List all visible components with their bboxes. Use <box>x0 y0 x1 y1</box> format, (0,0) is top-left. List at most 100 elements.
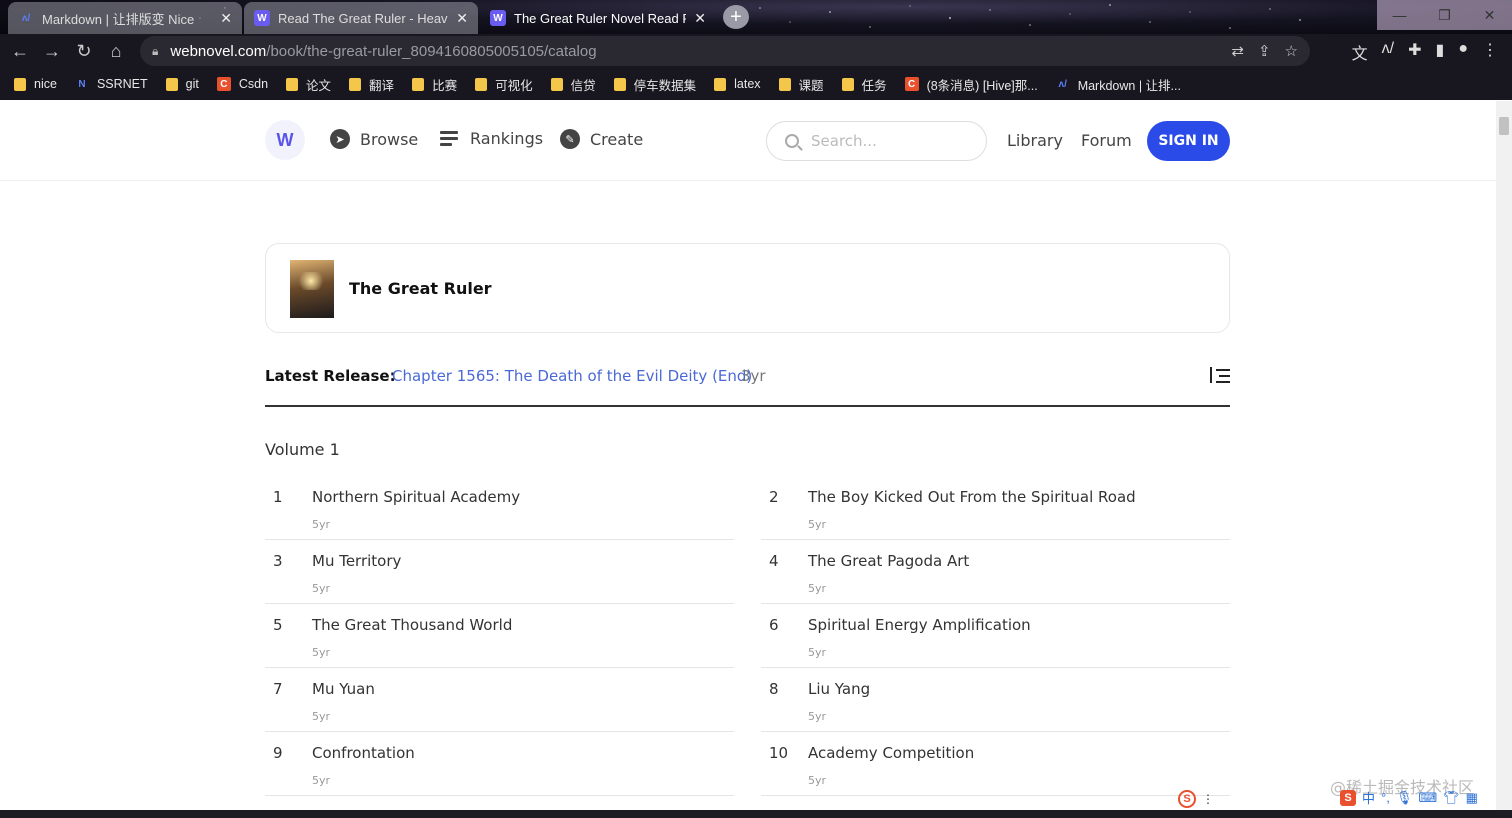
webnovel-logo-icon[interactable]: W <box>265 120 305 160</box>
folder-icon <box>165 77 178 91</box>
tab-great-ruler-catalog[interactable]: W The Great Ruler Novel Read F ✕ <box>480 2 716 34</box>
chapter-item[interactable]: 10 Academy Competition 5yr <box>761 732 1230 796</box>
ime-toolbar[interactable]: S 中 °, 🎙︎ ⌨ 👕︎ ▦ <box>1340 788 1478 807</box>
keyboard-icon[interactable]: ⌨ <box>1418 790 1437 806</box>
nav-rankings[interactable]: Rankings <box>440 129 543 148</box>
tab-markdown-nice[interactable]: ʌ/ Markdown | 让排版变 Nice ✕ <box>8 2 242 34</box>
bookmark-star-icon[interactable]: ☆ <box>1285 42 1298 60</box>
sogou-float-widget[interactable]: S ⋮ <box>1178 790 1214 808</box>
csdn-icon: C <box>216 77 231 91</box>
menu-kebab-icon[interactable]: ⋮ <box>1482 40 1498 64</box>
csdn-icon: C <box>904 77 919 91</box>
address-bar[interactable]: 🔒︎ webnovel.com/book/the-great-ruler_809… <box>140 36 1310 66</box>
folder-icon <box>613 77 626 91</box>
bookmark-latex[interactable]: latex <box>714 77 761 91</box>
site-header: W ➤ Browse Rankings ✎ Create Library For… <box>0 101 1496 181</box>
bookmark-hive-csdn[interactable]: C (8条消息) [Hive]那... <box>904 75 1038 94</box>
skin-icon[interactable]: 👕︎ <box>1443 790 1460 806</box>
bookmark-nice[interactable]: nice <box>14 77 57 91</box>
ssrnet-icon: N <box>78 78 86 90</box>
bookmark-lunwen[interactable]: 论文 <box>286 75 331 94</box>
folder-icon <box>412 77 425 91</box>
bookmark-ssrnet[interactable]: N SSRNET <box>75 77 147 91</box>
bookmark-keti[interactable]: 课题 <box>778 75 824 94</box>
reload-icon[interactable]: ↻ <box>68 35 100 67</box>
forward-arrow-icon[interactable]: → <box>36 35 68 67</box>
extensions-puzzle-icon[interactable]: ✚ <box>1408 40 1421 64</box>
search-input[interactable] <box>811 132 971 150</box>
tab-read-great-ruler[interactable]: W Read The Great Ruler - Heaven ✕ <box>244 2 478 34</box>
bookmark-renwu[interactable]: 任务 <box>841 75 887 94</box>
search-icon <box>785 134 799 148</box>
bookmark-xindai[interactable]: 信贷 <box>550 75 596 94</box>
chapter-item[interactable]: 3 Mu Territory 5yr <box>265 540 734 604</box>
compass-icon: ➤ <box>330 129 350 149</box>
home-icon[interactable]: ⌂ <box>100 35 132 67</box>
bookmark-markdown-nice[interactable]: ʌ/Markdown | 让排... <box>1056 75 1181 94</box>
chapter-item[interactable]: 6 Spiritual Energy Amplification 5yr <box>761 604 1230 668</box>
webnovel-catalog-page: W ➤ Browse Rankings ✎ Create Library For… <box>0 101 1496 818</box>
bookmark-bisai[interactable]: 比赛 <box>412 75 457 94</box>
rankings-icon <box>440 131 458 146</box>
sort-order-icon[interactable] <box>1208 367 1230 385</box>
book-cover-image[interactable] <box>290 260 334 318</box>
forum-link[interactable]: Forum <box>1081 131 1132 150</box>
folder-icon <box>550 77 563 91</box>
latest-chapter-link[interactable]: Chapter 1565: The Death of the Evil Deit… <box>392 367 752 385</box>
translate-icon[interactable]: ⇄ <box>1231 42 1244 60</box>
chapter-item[interactable]: 8 Liu Yang 5yr <box>761 668 1230 732</box>
chapter-item[interactable]: 4 The Great Pagoda Art 5yr <box>761 540 1230 604</box>
bookmark-csdn[interactable]: C Csdn <box>216 77 268 91</box>
close-tab-icon[interactable]: ✕ <box>456 10 468 27</box>
bookmark-parking-dataset[interactable]: 停车数据集 <box>613 75 696 94</box>
bookmark-keshihua[interactable]: 可视化 <box>475 75 533 94</box>
minimize-icon[interactable]: — <box>1377 0 1422 30</box>
pen-icon: ✎ <box>560 129 580 149</box>
folder-icon <box>475 77 488 91</box>
latest-release-bar: Latest Release: Chapter 1565: The Death … <box>265 367 1230 407</box>
share-icon[interactable]: ⇪ <box>1258 42 1271 60</box>
chapter-item[interactable]: 5 The Great Thousand World 5yr <box>265 604 734 668</box>
book-title[interactable]: The Great Ruler <box>349 279 492 298</box>
markdown-nice-favicon-icon: ʌ/ <box>21 12 31 24</box>
url-path: /book/the-great-ruler_8094160805005105/c… <box>266 42 597 60</box>
close-window-icon[interactable]: ✕ <box>1467 0 1512 30</box>
page-scrollbar[interactable] <box>1496 101 1512 818</box>
scrollbar-thumb[interactable] <box>1499 117 1509 135</box>
close-tab-icon[interactable]: ✕ <box>694 10 706 27</box>
search-box[interactable] <box>766 121 987 161</box>
chapter-item[interactable]: 1 Northern Spiritual Academy 5yr <box>265 476 734 540</box>
sogou-icon: S <box>1178 790 1196 808</box>
toolbox-icon[interactable]: ▦ <box>1466 790 1478 806</box>
google-translate-extension-icon[interactable]: 文 <box>1352 40 1368 64</box>
ime-mode-label[interactable]: 中 <box>1362 788 1375 807</box>
nav-browse[interactable]: ➤ Browse <box>330 129 418 149</box>
side-panel-icon[interactable]: ▮ <box>1436 40 1445 64</box>
back-arrow-icon[interactable]: ← <box>4 35 36 67</box>
folder-icon <box>841 77 854 91</box>
restore-icon[interactable]: ❐ <box>1422 0 1467 30</box>
sign-in-button[interactable]: SIGN IN <box>1147 121 1230 161</box>
folder-icon <box>714 77 727 91</box>
library-link[interactable]: Library <box>1007 131 1063 150</box>
url-host: webnovel.com <box>170 42 267 60</box>
punctuation-icon[interactable]: °, <box>1381 790 1390 805</box>
bookmark-fanyi[interactable]: 翻译 <box>349 75 394 94</box>
close-tab-icon[interactable]: ✕ <box>220 10 232 27</box>
chapter-item[interactable]: 7 Mu Yuan 5yr <box>265 668 734 732</box>
folder-icon <box>349 77 362 91</box>
chapter-item[interactable]: 9 Confrontation 5yr <box>265 732 734 796</box>
latest-release-label: Latest Release: <box>265 367 396 385</box>
folder-icon <box>286 77 299 91</box>
browser-tab-bar: ʌ/ Markdown | 让排版变 Nice ✕ W Read The Gre… <box>0 0 1512 34</box>
book-card[interactable]: The Great Ruler <box>265 243 1230 333</box>
webnovel-favicon-icon: W <box>490 10 506 26</box>
chapter-item[interactable]: 2 The Boy Kicked Out From the Spiritual … <box>761 476 1230 540</box>
profile-avatar-icon[interactable]: ● <box>1458 40 1468 64</box>
microphone-icon[interactable]: 🎙︎ <box>1396 790 1413 806</box>
markdown-nice-extension-icon[interactable]: ʌ/ <box>1382 40 1394 64</box>
webnovel-favicon-icon: W <box>254 10 270 26</box>
nav-create[interactable]: ✎ Create <box>560 129 643 149</box>
bookmark-git[interactable]: git <box>165 77 199 91</box>
new-tab-button[interactable]: + <box>723 5 749 29</box>
